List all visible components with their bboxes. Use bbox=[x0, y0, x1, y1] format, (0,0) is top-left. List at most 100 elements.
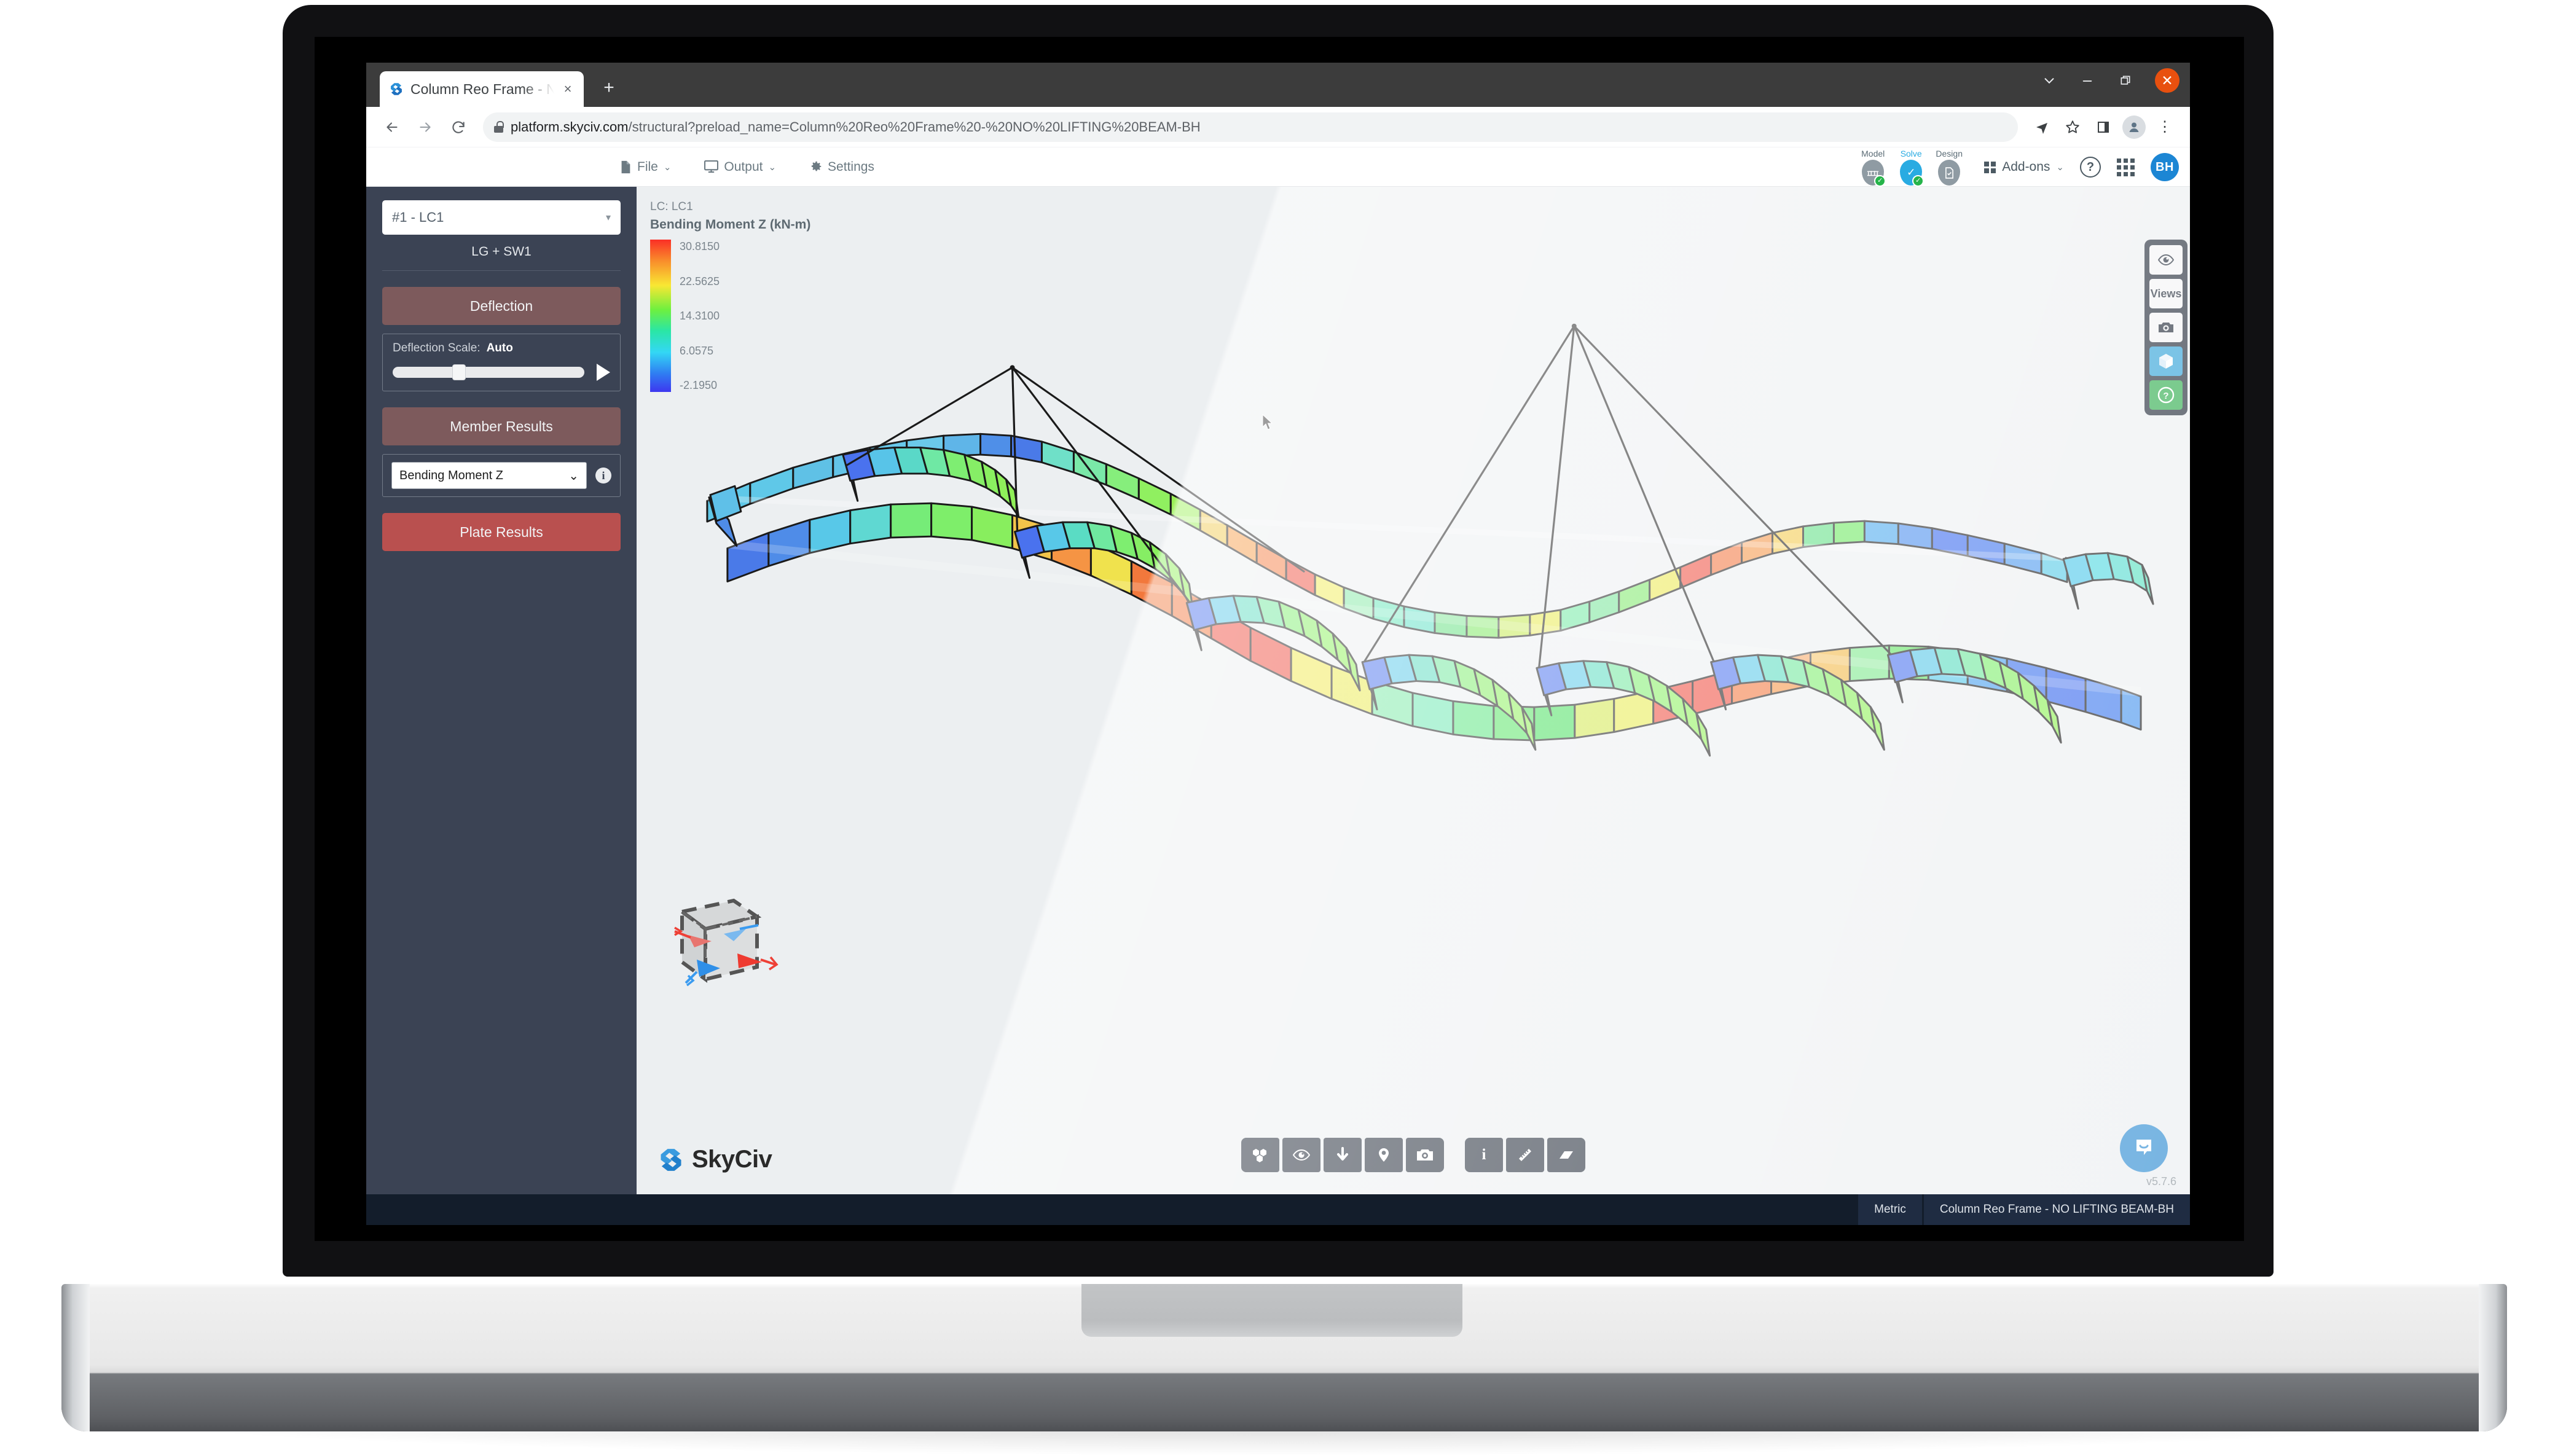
browser-tab[interactable]: Column Reo Frame - NO L × bbox=[380, 71, 584, 107]
bookmark-star-icon[interactable] bbox=[2058, 113, 2087, 141]
legend-tick: 30.8150 bbox=[680, 240, 720, 252]
legend-load-case: LC: LC1 bbox=[650, 200, 693, 213]
legend-colorbar bbox=[650, 240, 671, 392]
load-combination-label: LG + SW1 bbox=[382, 235, 621, 271]
status-units[interactable]: Metric bbox=[1858, 1194, 1922, 1225]
address-bar[interactable]: platform.skyciv.com/structural?preload_n… bbox=[483, 112, 2018, 142]
model-stage-icon: ✓ bbox=[1862, 160, 1886, 187]
app-menu: File ⌄ Output ⌄ Settings bbox=[619, 160, 874, 174]
member-result-select[interactable]: Bending Moment Z ⌄ bbox=[391, 462, 587, 489]
model-viewport[interactable]: LC: LC1 Bending Moment Z (kN-m) 30.8150 … bbox=[637, 187, 2190, 1194]
app-statusbar: Metric Column Reo Frame - NO LIFTING BEA… bbox=[366, 1194, 2190, 1225]
user-avatar[interactable]: BH bbox=[2151, 153, 2179, 181]
chevron-down-icon: ⌄ bbox=[663, 162, 672, 173]
profile-avatar[interactable] bbox=[2120, 113, 2148, 141]
forward-button[interactable] bbox=[410, 112, 440, 142]
minimize-button[interactable] bbox=[2068, 63, 2106, 98]
deflection-button[interactable]: Deflection bbox=[382, 287, 621, 325]
stage-model[interactable]: Model ✓ bbox=[1854, 149, 1912, 187]
visibility-icon[interactable] bbox=[1282, 1138, 1320, 1172]
status-model-name: Column Reo Frame - NO LIFTING BEAM-BH bbox=[1923, 1194, 2190, 1225]
stage-solve[interactable]: Solve ✓ ✓ bbox=[1892, 149, 1950, 187]
legend-title: Bending Moment Z (kN-m) bbox=[650, 217, 811, 232]
grid-icon bbox=[1984, 161, 1996, 173]
design-stage-icon bbox=[1938, 160, 1961, 186]
omnibar-actions: ⋮ bbox=[2028, 113, 2179, 141]
deflection-scale-panel: Deflection Scale: Auto bbox=[382, 334, 621, 391]
legend-tick: 14.3100 bbox=[680, 310, 720, 322]
views-button[interactable]: Views bbox=[2149, 279, 2183, 308]
svg-text:?: ? bbox=[2163, 391, 2168, 401]
pin-icon[interactable] bbox=[1365, 1138, 1403, 1172]
back-button[interactable] bbox=[377, 112, 407, 142]
apps-grid-icon[interactable] bbox=[2117, 158, 2135, 176]
camera-icon[interactable] bbox=[2149, 313, 2183, 342]
deflection-scale-label: Deflection Scale: bbox=[393, 342, 481, 354]
load-case-select[interactable]: #1 - LC1 ▾ bbox=[382, 200, 621, 235]
member-result-value: Bending Moment Z bbox=[399, 468, 503, 482]
laptop-trackpad-notch bbox=[1081, 1284, 1462, 1337]
viewport-bottom-toolbar: i bbox=[1241, 1138, 1585, 1172]
reload-button[interactable] bbox=[444, 112, 473, 142]
3d-cube-icon[interactable] bbox=[2149, 346, 2183, 376]
monitor-icon bbox=[704, 160, 719, 173]
skyciv-logo-icon bbox=[661, 1148, 681, 1171]
help-icon[interactable]: ? bbox=[2149, 380, 2183, 410]
lock-icon bbox=[494, 121, 504, 133]
help-icon[interactable]: ? bbox=[2080, 157, 2101, 178]
window-controls: ✕ bbox=[2030, 63, 2190, 98]
load-case-value: #1 - LC1 bbox=[392, 209, 444, 225]
side-panel-icon[interactable] bbox=[2089, 113, 2117, 141]
browser-omnibar: platform.skyciv.com/structural?preload_n… bbox=[366, 107, 2190, 147]
brand-name: SkyCiv bbox=[692, 1146, 772, 1173]
deflection-scale-slider[interactable] bbox=[393, 364, 584, 380]
legend-tick: -2.1950 bbox=[680, 379, 718, 391]
skyciv-app: File ⌄ Output ⌄ Settings Model ✓ Solve ✓… bbox=[366, 147, 2190, 1225]
eraser-icon[interactable] bbox=[1547, 1138, 1585, 1172]
browser-tabstrip: Column Reo Frame - NO L × + ✕ bbox=[366, 63, 2190, 107]
share-icon[interactable] bbox=[2028, 113, 2056, 141]
menu-output-label: Output bbox=[724, 159, 763, 174]
bottom-tools-left bbox=[1241, 1138, 1444, 1172]
axis-gizmo[interactable] bbox=[659, 893, 788, 1010]
browser-window: Column Reo Frame - NO L × + ✕ bbox=[366, 63, 2190, 1225]
menu-settings-label: Settings bbox=[828, 159, 874, 174]
browser-menu-icon[interactable]: ⋮ bbox=[2151, 113, 2179, 141]
close-icon[interactable]: × bbox=[560, 82, 575, 96]
app-body: #1 - LC1 ▾ LG + SW1 Deflection Deflectio… bbox=[366, 187, 2190, 1194]
play-icon[interactable] bbox=[597, 364, 610, 381]
plate-results-button[interactable]: Plate Results bbox=[382, 513, 621, 551]
results-sidebar: #1 - LC1 ▾ LG + SW1 Deflection Deflectio… bbox=[366, 187, 637, 1194]
menu-settings[interactable]: Settings bbox=[809, 160, 874, 174]
chevron-down-icon[interactable] bbox=[2030, 63, 2068, 98]
views-label: Views bbox=[2150, 287, 2182, 300]
addons-button[interactable]: Add-ons ⌄ bbox=[1984, 160, 2064, 174]
deflection-slider-row bbox=[393, 364, 610, 381]
ruler-icon[interactable] bbox=[1506, 1138, 1544, 1172]
camera-icon[interactable] bbox=[1406, 1138, 1444, 1172]
new-tab-button[interactable]: + bbox=[597, 76, 621, 100]
info-glyph: i bbox=[1481, 1146, 1486, 1163]
info-icon[interactable]: i bbox=[595, 468, 611, 483]
info-icon[interactable]: i bbox=[1465, 1138, 1503, 1172]
stage-design[interactable]: Design bbox=[1930, 149, 1968, 186]
chevron-down-icon: ⌄ bbox=[768, 162, 777, 173]
member-results-button[interactable]: Member Results bbox=[382, 407, 621, 445]
maximize-button[interactable] bbox=[2106, 63, 2144, 98]
visibility-icon[interactable] bbox=[2149, 245, 2183, 275]
laptop-base-right-edge bbox=[2479, 1284, 2507, 1431]
intercom-chat-button[interactable] bbox=[2120, 1124, 2168, 1172]
menu-output[interactable]: Output ⌄ bbox=[704, 160, 776, 174]
browser-tab-title: Column Reo Frame - NO L bbox=[410, 80, 554, 97]
chevron-down-icon: ⌄ bbox=[2056, 162, 2064, 173]
download-icon[interactable] bbox=[1324, 1138, 1362, 1172]
stage-check-icon: ✓ bbox=[1874, 175, 1886, 187]
slider-thumb[interactable] bbox=[452, 364, 466, 380]
close-window-button[interactable]: ✕ bbox=[2144, 63, 2190, 98]
chevron-down-icon: ⌄ bbox=[568, 469, 579, 483]
workflow-stages: Model ✓ Solve ✓ ✓ Design bbox=[1854, 149, 1968, 187]
structural-model-render[interactable] bbox=[637, 187, 2190, 1194]
menu-file[interactable]: File ⌄ bbox=[619, 160, 671, 174]
app-toolbar: File ⌄ Output ⌄ Settings Model ✓ Solve ✓… bbox=[366, 147, 2190, 187]
render-solid-icon[interactable] bbox=[1241, 1138, 1279, 1172]
